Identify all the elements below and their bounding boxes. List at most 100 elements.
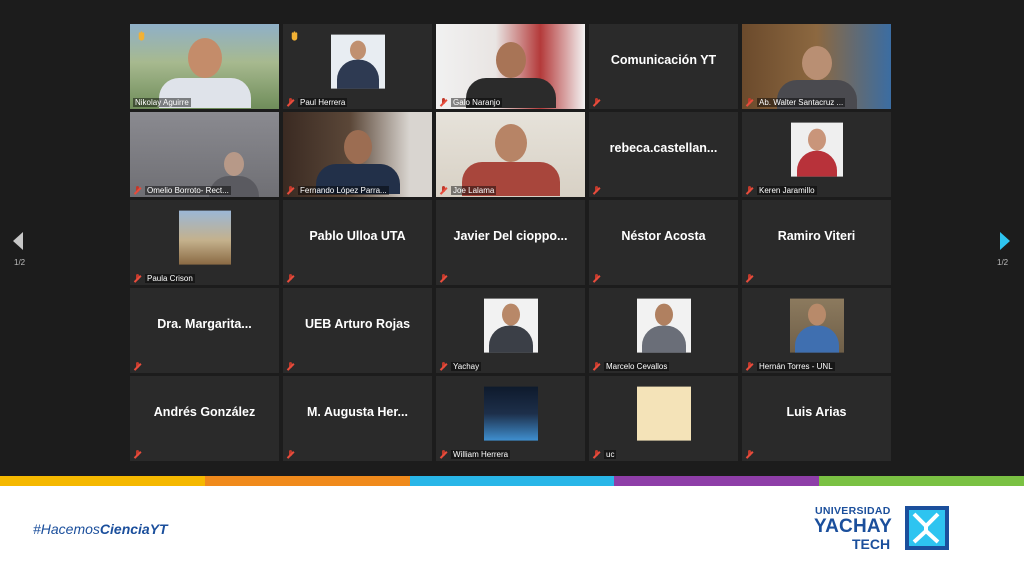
participant-video	[283, 112, 432, 197]
participant-tile[interactable]: Pablo Ulloa UTA	[283, 200, 432, 285]
muted-mic-icon[interactable]	[439, 98, 448, 107]
participant-video	[436, 24, 585, 109]
logo-line-2: YACHAY	[814, 516, 892, 537]
participant-display-name: rebeca.castellan...	[609, 140, 718, 155]
participant-tile[interactable]: Paul Herrera	[283, 24, 432, 109]
chevron-right-icon[interactable]	[1000, 232, 1010, 250]
yachay-logo-mark-icon	[905, 506, 949, 550]
participant-photo	[178, 210, 231, 265]
muted-mic-icon[interactable]	[439, 362, 448, 371]
muted-mic-icon[interactable]	[133, 274, 142, 283]
participant-name: William Herrera	[451, 450, 511, 459]
participant-display-name: UEB Arturo Rojas	[304, 316, 411, 331]
participant-name: Marcelo Cevallos	[604, 362, 670, 371]
participant-tile[interactable]: Ab. Walter Santacruz ...	[742, 24, 891, 109]
muted-mic-icon[interactable]	[592, 186, 601, 195]
participant-tile[interactable]: Omelio Borroto- Rect...	[130, 112, 279, 197]
muted-mic-icon[interactable]	[592, 274, 601, 283]
participant-display-name: Néstor Acosta	[621, 228, 706, 243]
participant-video	[436, 112, 585, 197]
participant-tile[interactable]: Hernán Torres - UNL	[742, 288, 891, 373]
page-indicator-left: 1/2	[14, 258, 26, 267]
participant-name: Galo Naranjo	[451, 98, 503, 107]
muted-mic-icon[interactable]	[745, 450, 754, 459]
participant-tile[interactable]: Keren Jaramillo	[742, 112, 891, 197]
participant-name: Yachay	[451, 362, 482, 371]
participant-display-name: M. Augusta Her...	[307, 404, 408, 419]
muted-mic-icon[interactable]	[133, 362, 142, 371]
participant-display-name: Dra. Margarita...	[157, 316, 252, 331]
stripe-segment	[0, 476, 205, 486]
stripe-segment	[409, 476, 615, 486]
participant-tile[interactable]: Ramiro Viteri	[742, 200, 891, 285]
participant-name: Fernando López Parra...	[298, 186, 389, 195]
participant-tile[interactable]: Galo Naranjo	[436, 24, 585, 109]
participant-tile[interactable]: UEB Arturo Rojas	[283, 288, 432, 373]
participant-name: Omelio Borroto- Rect...	[145, 186, 231, 195]
participant-name: Paul Herrera	[298, 98, 348, 107]
muted-mic-icon[interactable]	[133, 450, 142, 459]
participant-video	[130, 24, 279, 109]
yachay-tech-logo: UNIVERSIDAD YACHAY TECH	[812, 503, 952, 555]
participant-tile[interactable]: Paula Crison	[130, 200, 279, 285]
participant-tile[interactable]: Nikolay Aguirre	[130, 24, 279, 109]
participant-display-name: Luis Arias	[786, 404, 847, 419]
participant-tile[interactable]: Andrés González	[130, 376, 279, 461]
muted-mic-icon[interactable]	[286, 274, 295, 283]
muted-mic-icon[interactable]	[745, 274, 754, 283]
participant-photo	[789, 298, 844, 353]
participant-tile[interactable]: Néstor Acosta	[589, 200, 738, 285]
participant-tile[interactable]: Dra. Margarita...	[130, 288, 279, 373]
participant-name: Hernán Torres - UNL	[757, 362, 835, 371]
participant-video	[742, 24, 891, 109]
stripe-segment	[614, 476, 820, 486]
brand-color-stripe	[0, 476, 1024, 486]
muted-mic-icon[interactable]	[592, 362, 601, 371]
muted-mic-icon[interactable]	[592, 450, 601, 459]
participant-tile[interactable]: Comunicación YT	[589, 24, 738, 109]
participant-video	[130, 112, 279, 197]
raised-hand-icon	[291, 31, 298, 41]
raised-hand-icon	[138, 31, 145, 41]
participant-display-name: Andrés González	[153, 404, 256, 419]
participant-display-name: Ramiro Viteri	[777, 228, 856, 243]
muted-mic-icon[interactable]	[745, 362, 754, 371]
hashtag: #HacemosCienciaYT	[33, 521, 168, 537]
stripe-segment	[819, 476, 1024, 486]
muted-mic-icon[interactable]	[439, 186, 448, 195]
muted-mic-icon[interactable]	[592, 98, 601, 107]
page-indicator-right: 1/2	[997, 258, 1009, 267]
participant-tile[interactable]: Fernando López Parra...	[283, 112, 432, 197]
muted-mic-icon[interactable]	[439, 450, 448, 459]
participant-tile[interactable]: rebeca.castellan...	[589, 112, 738, 197]
chevron-left-icon[interactable]	[13, 232, 23, 250]
participant-display-name: Pablo Ulloa UTA	[309, 228, 406, 243]
participant-photo	[790, 122, 843, 177]
hashtag-bold: CienciaYT	[99, 521, 168, 537]
participant-tile[interactable]: uc	[589, 376, 738, 461]
participant-tile[interactable]: Joe Lalama	[436, 112, 585, 197]
muted-mic-icon[interactable]	[286, 186, 295, 195]
participant-tile[interactable]: Luis Arias	[742, 376, 891, 461]
participant-tile[interactable]: William Herrera	[436, 376, 585, 461]
participant-tile[interactable]: Javier Del cioppo...	[436, 200, 585, 285]
participant-name: Paula Crison	[145, 274, 195, 283]
participant-name: Nikolay Aguirre	[133, 98, 191, 107]
participant-tile[interactable]: M. Augusta Her...	[283, 376, 432, 461]
muted-mic-icon[interactable]	[286, 362, 295, 371]
muted-mic-icon[interactable]	[745, 186, 754, 195]
participant-photo	[483, 298, 538, 353]
muted-mic-icon[interactable]	[745, 98, 754, 107]
muted-mic-icon[interactable]	[286, 450, 295, 459]
participant-tile[interactable]: Yachay	[436, 288, 585, 373]
participant-name: uc	[604, 450, 617, 459]
stripe-segment	[204, 476, 410, 486]
muted-mic-icon[interactable]	[439, 274, 448, 283]
participant-name: Ab. Walter Santacruz ...	[757, 98, 846, 107]
participant-photo	[483, 386, 538, 441]
participant-name: Keren Jaramillo	[757, 186, 817, 195]
video-meeting-stage: 1/2 1/2 Nikolay Aguirre Paul Herrera Gal…	[0, 0, 1024, 476]
participant-tile[interactable]: Marcelo Cevallos	[589, 288, 738, 373]
muted-mic-icon[interactable]	[286, 98, 295, 107]
muted-mic-icon[interactable]	[133, 186, 142, 195]
